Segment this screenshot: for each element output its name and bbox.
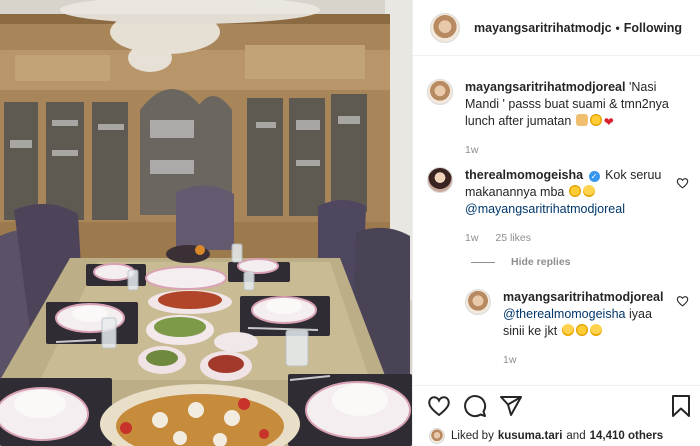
savoring-emoji-icon	[589, 324, 602, 336]
heart-icon[interactable]	[427, 394, 451, 418]
post-header: mayangsaritrihatmodjc • Following	[413, 0, 700, 56]
caption-time[interactable]: 1w	[465, 144, 478, 156]
commenter-avatar[interactable]	[427, 167, 453, 193]
comment-likes[interactable]: 25 likes	[495, 232, 531, 244]
star-struck-emoji-icon	[575, 324, 588, 336]
post-photo[interactable]	[0, 0, 412, 446]
following-button[interactable]: Following	[624, 21, 682, 35]
comment-item: therealmomogeisha ✓ Kok seruu makanannya…	[427, 167, 693, 247]
comment-mention[interactable]: @mayangsaritrihatmodjoreal	[465, 202, 625, 216]
comments-list[interactable]: mayangsaritrihatmodjoreal 'Nasi Mandi ' …	[413, 57, 700, 385]
ok-hand-emoji-icon	[575, 114, 588, 126]
hide-replies-line	[471, 261, 495, 263]
reply-mention[interactable]: @therealmomogeisha	[503, 307, 625, 321]
liked-by-user[interactable]: kusuma.tari	[498, 430, 563, 442]
reply-like-heart-icon[interactable]	[676, 295, 689, 307]
author-avatar[interactable]	[430, 12, 460, 43]
verified-badge-icon: ✓	[588, 171, 600, 182]
caption-username[interactable]: mayangsaritrihatmodjoreal	[465, 80, 625, 94]
hide-replies-label: Hide replies	[511, 256, 571, 268]
laughing-emoji-icon	[561, 324, 574, 336]
comment-icon[interactable]	[463, 394, 487, 418]
liked-by-conj: and	[566, 430, 586, 442]
star-struck-emoji-icon	[568, 185, 581, 197]
share-icon[interactable]	[499, 394, 523, 418]
post-actions	[413, 394, 700, 424]
instagram-post: mayangsaritrihatmodjc • Following mayang…	[0, 0, 700, 446]
comment-username[interactable]: therealmomogeisha	[465, 168, 583, 182]
comment-time[interactable]: 1w	[465, 232, 478, 244]
header-separator: •	[615, 20, 620, 35]
liker-avatar[interactable]	[429, 428, 445, 444]
reply-avatar[interactable]	[465, 289, 491, 315]
reply-time[interactable]: 1w	[503, 354, 516, 366]
reply-item: mayangsaritrihatmodjoreal @therealmomoge…	[465, 289, 693, 369]
liked-by: Liked by kusuma.tari and 14,410 others	[429, 428, 667, 444]
caption-item: mayangsaritrihatmodjoreal 'Nasi Mandi ' …	[427, 79, 693, 159]
bookmark-icon[interactable]	[669, 394, 693, 418]
liked-by-prefix: Liked by	[451, 430, 494, 442]
hide-replies-button[interactable]: Hide replies	[471, 256, 571, 268]
star-struck-emoji-icon	[589, 114, 602, 126]
liked-by-others[interactable]: 14,410 others	[590, 430, 664, 442]
dining-room-photo	[0, 0, 412, 446]
comment-like-heart-icon[interactable]	[676, 177, 689, 189]
reply-username[interactable]: mayangsaritrihatmodjoreal	[503, 290, 663, 304]
footer-divider	[413, 385, 700, 386]
heart-emoji-icon: ❤	[603, 115, 614, 129]
grinning-emoji-icon	[582, 185, 595, 197]
author-username[interactable]: mayangsaritrihatmodjc	[474, 21, 612, 35]
caption-avatar[interactable]	[427, 79, 453, 105]
post-sidebar: mayangsaritrihatmodjc • Following mayang…	[412, 0, 700, 446]
